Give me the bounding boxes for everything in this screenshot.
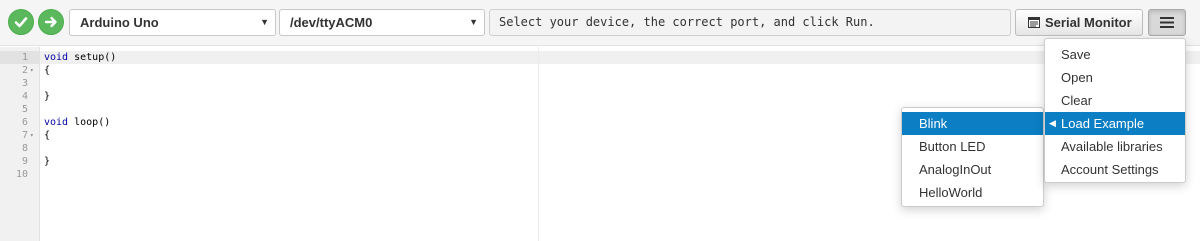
menu-item-label: Clear <box>1061 93 1093 108</box>
keyword: void <box>44 52 69 63</box>
line-number: 6 <box>21 117 28 128</box>
code-line[interactable]: 10 <box>0 168 540 181</box>
upload-button[interactable] <box>38 9 64 35</box>
fold-icon[interactable]: ▾ <box>30 129 34 142</box>
line-number: 9 <box>21 156 28 167</box>
code-fragment: } <box>44 156 51 167</box>
line-number: 7 <box>21 130 28 141</box>
menu-item-clear[interactable]: Clear <box>1045 89 1185 112</box>
code-text: { <box>44 129 50 142</box>
menu-item-load-example[interactable]: ◀ Load Example <box>1045 112 1185 135</box>
code-line[interactable]: 5 <box>0 103 540 116</box>
code-text: } <box>44 155 50 168</box>
menu-item-save[interactable]: Save <box>1045 43 1185 66</box>
menu-item-open[interactable]: Open <box>1045 66 1185 89</box>
menu-button[interactable] <box>1148 9 1186 36</box>
menu-item-label: Save <box>1061 47 1091 62</box>
line-number: 1 <box>21 52 28 63</box>
menu-item-label: Load Example <box>1061 116 1145 131</box>
code-text: { <box>44 64 50 77</box>
serial-monitor-button[interactable]: Serial Monitor <box>1015 9 1143 36</box>
caret-left-icon: ◀ <box>1049 118 1056 128</box>
toolbar: Arduino Uno ▼ /dev/ttyACM0 ▼ Select your… <box>0 0 1200 46</box>
port-select[interactable]: /dev/ttyACM0 ▼ <box>279 9 485 36</box>
code-fragment: } <box>44 91 51 102</box>
example-item-blink[interactable]: Blink <box>902 112 1043 135</box>
code-line[interactable]: 3 <box>0 77 540 90</box>
line-number: 3 <box>21 78 28 89</box>
port-select-value: /dev/ttyACM0 <box>290 15 373 30</box>
code-line[interactable]: 2 ▾ { <box>0 64 540 77</box>
example-item-label: Button LED <box>919 139 986 154</box>
code-text: void setup() <box>44 51 116 64</box>
line-number: 10 <box>15 169 28 180</box>
main-dropdown-menu: Save Open Clear ◀ Load Example Available… <box>1044 38 1186 183</box>
code-fragment: { <box>44 130 51 141</box>
line-number: 8 <box>21 143 28 154</box>
code-fragment: { <box>44 65 51 76</box>
chevron-down-icon: ▼ <box>260 17 269 27</box>
status-message: Select your device, the correct port, an… <box>489 9 1011 36</box>
arrow-right-icon <box>44 16 57 28</box>
example-item-button-led[interactable]: Button LED <box>902 135 1043 158</box>
keyword: void <box>44 117 69 128</box>
line-number: 5 <box>21 104 28 115</box>
code-line[interactable]: 1 void setup() <box>0 51 540 64</box>
menu-item-label: Open <box>1061 70 1093 85</box>
fold-icon[interactable]: ▾ <box>30 64 34 77</box>
code-fragment: setup() <box>68 52 117 63</box>
monitor-icon <box>1028 17 1040 28</box>
board-select[interactable]: Arduino Uno ▼ <box>69 9 276 36</box>
board-select-value: Arduino Uno <box>80 15 159 30</box>
verify-button[interactable] <box>8 9 34 35</box>
code-line[interactable]: 8 <box>0 142 540 155</box>
code-line[interactable]: 9} <box>0 155 540 168</box>
example-item-analoginout[interactable]: AnalogInOut <box>902 158 1043 181</box>
code-line[interactable]: 4} <box>0 90 540 103</box>
serial-monitor-label: Serial Monitor <box>1045 15 1132 30</box>
example-item-helloworld[interactable]: HelloWorld <box>902 181 1043 204</box>
check-icon <box>14 17 28 28</box>
examples-submenu: Blink Button LED AnalogInOut HelloWorld <box>901 107 1044 207</box>
code-line[interactable]: 7 ▾ { <box>0 129 540 142</box>
chevron-down-icon: ▼ <box>469 17 478 27</box>
line-number: 4 <box>21 91 28 102</box>
menu-item-available-libraries[interactable]: Available libraries <box>1045 135 1185 158</box>
code-text: void loop() <box>44 116 110 129</box>
code-fragment: loop() <box>68 117 111 128</box>
line-number: 2 <box>21 65 28 76</box>
menu-item-label: Account Settings <box>1061 162 1159 177</box>
menu-item-label: Available libraries <box>1061 139 1163 154</box>
example-item-label: Blink <box>919 116 948 131</box>
hamburger-icon <box>1160 17 1174 28</box>
example-item-label: AnalogInOut <box>919 162 992 177</box>
code-line[interactable]: 6 void loop() <box>0 116 540 129</box>
menu-item-account-settings[interactable]: Account Settings <box>1045 158 1185 181</box>
code-text: } <box>44 90 50 103</box>
example-item-label: HelloWorld <box>919 185 983 200</box>
